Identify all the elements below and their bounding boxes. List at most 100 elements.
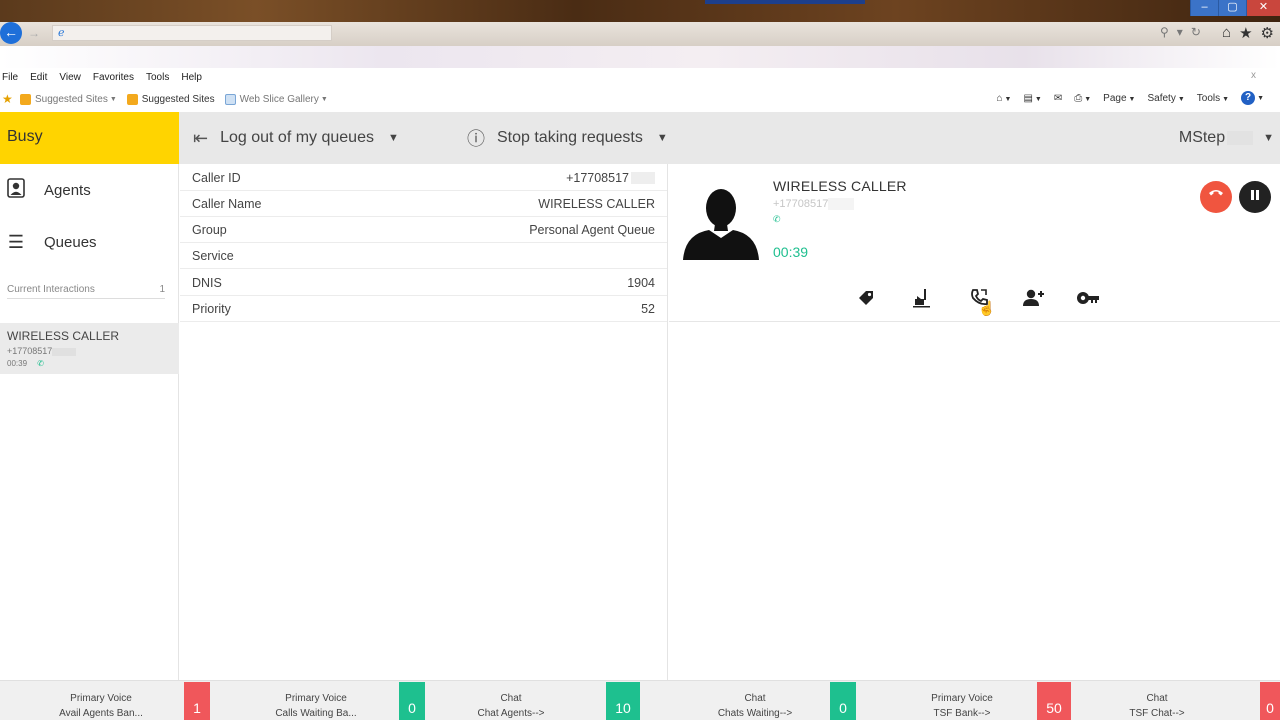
- address-tools: ⚲ ▾ ↻: [1160, 25, 1201, 39]
- caller-id-value: +17708517: [566, 170, 629, 185]
- menu-edit[interactable]: Edit: [30, 72, 47, 83]
- info-row-dnis: DNIS 1904: [180, 270, 667, 296]
- home-icon[interactable]: ⌂: [1222, 24, 1231, 42]
- web-slice-icon: [224, 93, 236, 105]
- caller-name-value: WIRELESS CALLER: [538, 196, 655, 211]
- page-menu[interactable]: Page ▼: [1103, 93, 1135, 104]
- url-input[interactable]: [52, 25, 332, 41]
- interaction-duration: 00:39: [7, 359, 28, 368]
- menu-help[interactable]: Help: [181, 72, 202, 83]
- add-participant-icon[interactable]: [1020, 286, 1046, 310]
- window-controls: – ▢ ✕: [1190, 0, 1280, 16]
- info-row-service: Service: [180, 243, 667, 269]
- dropdown-icon[interactable]: ▾: [1177, 25, 1183, 39]
- info-row-caller-name: Caller Name WIRELESS CALLER: [180, 191, 667, 217]
- help-menu[interactable]: ? ▼: [1241, 91, 1264, 105]
- logout-queues-button[interactable]: ⇤ Log out of my queues ▼: [193, 112, 399, 164]
- stat-count: 50: [1037, 682, 1071, 720]
- hold-button[interactable]: [1239, 181, 1271, 213]
- user-name: MStep: [1178, 129, 1226, 146]
- stat-label: Chat Chats Waiting-->: [717, 693, 793, 719]
- dnis-value: 1904: [627, 275, 655, 290]
- search-icon[interactable]: ⚲: [1160, 25, 1169, 39]
- stat-count: 0: [399, 682, 425, 720]
- favorites-star-icon[interactable]: ★: [1239, 24, 1252, 42]
- info-row-priority: Priority 52: [180, 296, 667, 322]
- chevron-down-icon: ▼: [656, 132, 668, 144]
- menu-tools[interactable]: Tools: [146, 72, 169, 83]
- fav-web-slice-gallery[interactable]: Web Slice Gallery ▼: [224, 93, 328, 105]
- maximize-icon[interactable]: ▢: [1218, 0, 1246, 16]
- menu-view[interactable]: View: [59, 72, 81, 83]
- fav-suggested-sites-2[interactable]: Suggested Sites: [126, 93, 215, 105]
- forward-button[interactable]: →: [28, 26, 40, 40]
- browser-title-strip: – ▢ ✕: [0, 0, 1280, 22]
- stat-label: Primary Voice TSF Bank-->: [931, 693, 993, 719]
- stat-label: Primary Voice Avail Agents Ban...: [59, 693, 143, 719]
- masked-text: [52, 347, 77, 356]
- info-row-group: Group Personal Agent Queue: [180, 217, 667, 243]
- call-caller-number: +17708517: [773, 198, 855, 211]
- stat-label: Primary Voice Calls Waiting Ba...: [275, 693, 357, 719]
- help-icon: ?: [1241, 91, 1256, 105]
- agent-status-selector[interactable]: Busy: [0, 112, 179, 164]
- group-value: Personal Agent Queue: [529, 222, 655, 237]
- stat-count: 10: [606, 682, 640, 720]
- bing-icon: [20, 93, 31, 105]
- call-caller-name: WIRELESS CALLER: [773, 178, 907, 194]
- chevron-down-icon: ▼: [1263, 132, 1274, 144]
- logout-queues-label: Log out of my queues: [220, 129, 374, 146]
- safety-menu[interactable]: Safety ▼: [1147, 93, 1184, 104]
- interaction-card[interactable]: WIRELESS CALLER +17708517 00:39 ✆: [0, 323, 179, 374]
- list-icon: ☰: [7, 231, 25, 252]
- mouse-pointer-icon: ☝: [978, 300, 996, 316]
- caller-info-panel: Caller ID +17708517 Caller Name WIRELESS…: [180, 164, 668, 680]
- stop-requests-button[interactable]: ⓘ Stop taking requests ▼: [467, 112, 668, 164]
- sidebar-item-label: Queues: [44, 233, 97, 251]
- close-window-icon[interactable]: ✕: [1246, 0, 1280, 16]
- left-sidebar: Agents ☰ Queues Current Interactions 1 W…: [0, 164, 179, 680]
- masked-text: [828, 198, 855, 211]
- stat-label: Chat Chat Agents-->: [477, 693, 545, 719]
- stat-count: 1: [184, 682, 210, 720]
- logout-icon: ⇤: [193, 127, 209, 148]
- key-icon[interactable]: [1075, 286, 1101, 310]
- stat-count: 0: [1260, 682, 1280, 720]
- menu-favorites[interactable]: Favorites: [93, 72, 134, 83]
- mail-icon[interactable]: ✉: [1054, 93, 1062, 104]
- tools-menu[interactable]: Tools ▼: [1197, 93, 1229, 104]
- back-button[interactable]: ←: [0, 22, 22, 44]
- fav-suggested-sites-1[interactable]: Suggested Sites ▼: [20, 93, 117, 105]
- call-timer: 00:39: [773, 244, 809, 260]
- agent-badge-icon: [7, 177, 25, 203]
- interaction-caller-name: WIRELESS CALLER: [7, 329, 120, 343]
- favorites-icon[interactable]: ★: [2, 93, 16, 105]
- sidebar-item-agents[interactable]: Agents: [0, 164, 179, 216]
- bing-icon: [126, 93, 138, 105]
- settings-gear-icon[interactable]: ⚙: [1261, 24, 1274, 42]
- hangup-icon: [1209, 190, 1223, 196]
- priority-value: 52: [641, 301, 655, 316]
- tab-strip: [0, 46, 1280, 68]
- menu-bar-close-icon[interactable]: x: [1251, 70, 1256, 81]
- info-circle-icon: ⓘ: [467, 129, 485, 149]
- home-page-icon[interactable]: ⌂ ▼: [996, 93, 1011, 104]
- active-call-panel: WIRELESS CALLER +17708517 ✆ 00:39 ☝: [669, 164, 1280, 680]
- refresh-icon[interactable]: ↻: [1191, 25, 1201, 39]
- masked-text: [631, 172, 655, 185]
- print-icon[interactable]: ⎙ ▼: [1074, 93, 1091, 104]
- hangup-button[interactable]: [1200, 181, 1232, 213]
- pause-icon: [1251, 190, 1259, 200]
- phone-icon: ✆: [37, 359, 44, 368]
- minimize-icon[interactable]: –: [1190, 0, 1218, 16]
- feeds-icon[interactable]: ▤ ▼: [1023, 93, 1041, 104]
- menu-file[interactable]: File: [2, 72, 18, 83]
- browser-toolbar-icons: ⌂ ★ ⚙: [1222, 24, 1274, 42]
- user-menu[interactable]: MStep ▼: [1179, 112, 1274, 164]
- stat-label: Chat TSF Chat-->: [1129, 693, 1185, 719]
- transfer-icon[interactable]: [909, 286, 935, 310]
- stat-count: 0: [830, 682, 856, 720]
- chevron-down-icon: ▼: [387, 132, 399, 144]
- sidebar-item-queues[interactable]: ☰ Queues: [0, 216, 179, 268]
- tag-icon[interactable]: [853, 286, 879, 310]
